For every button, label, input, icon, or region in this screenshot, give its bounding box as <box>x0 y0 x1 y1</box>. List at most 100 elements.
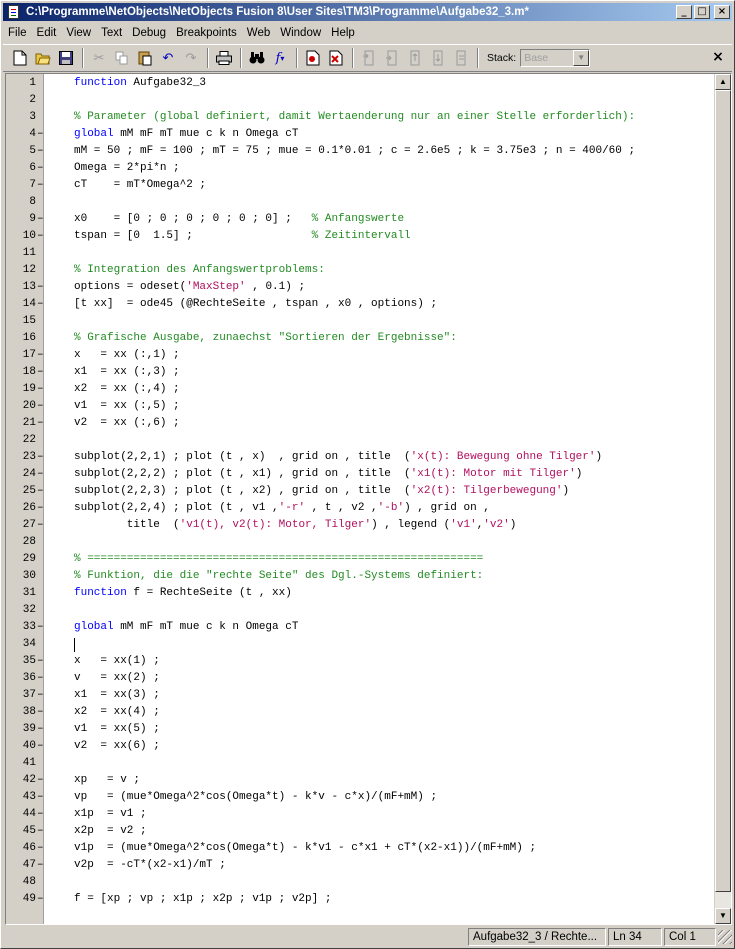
maximize-button[interactable]: □ <box>694 5 710 19</box>
close-document-button[interactable]: × <box>710 49 726 65</box>
code-line[interactable]: v = xx(2) ; <box>44 670 716 687</box>
breakpoint-marker[interactable]: – <box>37 143 44 160</box>
paste-icon[interactable] <box>134 47 156 69</box>
code-line[interactable]: v2p = -cT*(x2-x1)/mT ; <box>44 857 716 874</box>
code-line[interactable]: x2 = xx (:,4) ; <box>44 381 716 398</box>
breakpoint-marker[interactable]: – <box>37 177 44 194</box>
code-line[interactable] <box>44 432 716 449</box>
title-bar[interactable]: C:\Programme\NetObjects\NetObjects Fusio… <box>3 3 732 21</box>
step-in-icon[interactable] <box>381 47 403 69</box>
function-icon[interactable]: f ▾ <box>269 47 291 69</box>
code-line[interactable]: global mM mF mT mue c k n Omega cT <box>44 619 716 636</box>
code-line[interactable]: x1p = v1 ; <box>44 806 716 823</box>
stack-select[interactable]: Base ▼ <box>520 49 591 67</box>
breakpoint-marker[interactable]: – <box>37 228 44 245</box>
close-button[interactable]: × <box>714 5 730 19</box>
code-line[interactable]: v2 = xx (:,6) ; <box>44 415 716 432</box>
code-line[interactable]: xp = v ; <box>44 772 716 789</box>
code-line[interactable]: function f = RechteSeite (t , xx) <box>44 585 716 602</box>
code-line[interactable]: subplot(2,2,2) ; plot (t , x1) , grid on… <box>44 466 716 483</box>
breakpoint-marker[interactable]: – <box>37 823 44 840</box>
continue-icon[interactable] <box>427 47 449 69</box>
menu-breakpoints[interactable]: Breakpoints <box>171 27 242 39</box>
code-line[interactable]: % ======================================… <box>44 551 716 568</box>
breakpoint-marker[interactable]: – <box>37 670 44 687</box>
clear-breakpoints-icon[interactable] <box>325 47 347 69</box>
menu-debug[interactable]: Debug <box>127 27 171 39</box>
open-folder-icon[interactable] <box>32 47 54 69</box>
code-area[interactable]: function Aufgabe32_3 % Parameter (global … <box>44 74 716 924</box>
breakpoint-marker[interactable]: – <box>37 211 44 228</box>
new-file-icon[interactable] <box>9 47 31 69</box>
code-line[interactable] <box>44 636 716 653</box>
code-line[interactable]: title ('v1(t), v2(t): Motor, Tilger') , … <box>44 517 716 534</box>
print-icon[interactable] <box>213 47 235 69</box>
code-line[interactable]: v1 = xx (:,5) ; <box>44 398 716 415</box>
step-out-icon[interactable] <box>404 47 426 69</box>
menu-edit[interactable]: Edit <box>32 27 62 39</box>
breakpoint-marker[interactable]: – <box>37 160 44 177</box>
breakpoint-marker[interactable]: – <box>37 653 44 670</box>
breakpoint-marker[interactable]: – <box>37 704 44 721</box>
breakpoint-marker[interactable]: – <box>37 789 44 806</box>
code-line[interactable] <box>44 602 716 619</box>
breakpoint-marker[interactable]: – <box>37 806 44 823</box>
menu-text[interactable]: Text <box>96 27 127 39</box>
breakpoint-marker[interactable]: – <box>37 721 44 738</box>
breakpoint-marker[interactable]: – <box>37 449 44 466</box>
code-line[interactable]: x0 = [0 ; 0 ; 0 ; 0 ; 0 ; 0] ; % Anfangs… <box>44 211 716 228</box>
step-icon[interactable] <box>358 47 380 69</box>
set-breakpoint-icon[interactable] <box>302 47 324 69</box>
line-number-gutter[interactable]: 1 2 3 4–5–6–7–8 9–10–11 12 13–14–15 16 17–18–19–… <box>6 74 44 924</box>
breakpoint-marker[interactable]: – <box>37 415 44 432</box>
code-line[interactable]: x = xx(1) ; <box>44 653 716 670</box>
menu-web[interactable]: Web <box>242 27 275 39</box>
code-line[interactable]: function Aufgabe32_3 <box>44 75 716 92</box>
code-editor[interactable]: 1 2 3 4–5–6–7–8 9–10–11 12 13–14–15 16 17–18–19–… <box>5 73 732 925</box>
breakpoint-marker[interactable]: – <box>37 126 44 143</box>
code-line[interactable]: x2 = xx(4) ; <box>44 704 716 721</box>
code-line[interactable]: [t xx] = ode45 (@RechteSeite , tspan , x… <box>44 296 716 313</box>
code-line[interactable] <box>44 534 716 551</box>
breakpoint-marker[interactable]: – <box>37 840 44 857</box>
chevron-down-icon[interactable]: ▼ <box>573 50 590 66</box>
menu-view[interactable]: View <box>61 27 96 39</box>
code-line[interactable]: subplot(2,2,1) ; plot (t , x) , grid on … <box>44 449 716 466</box>
code-line[interactable]: cT = mT*Omega^2 ; <box>44 177 716 194</box>
breakpoint-marker[interactable]: – <box>37 398 44 415</box>
cut-icon[interactable]: ✂ <box>88 47 110 69</box>
breakpoint-marker[interactable]: – <box>37 347 44 364</box>
code-line[interactable]: % Parameter (global definiert, damit Wer… <box>44 109 716 126</box>
code-line[interactable]: % Grafische Ausgabe, zunaechst "Sortiere… <box>44 330 716 347</box>
code-line[interactable] <box>44 92 716 109</box>
breakpoint-marker[interactable]: – <box>37 687 44 704</box>
code-line[interactable]: tspan = [0 1.5] ; % Zeitintervall <box>44 228 716 245</box>
breakpoint-marker[interactable]: – <box>37 466 44 483</box>
code-line[interactable]: Omega = 2*pi*n ; <box>44 160 716 177</box>
code-line[interactable]: global mM mF mT mue c k n Omega cT <box>44 126 716 143</box>
code-line[interactable]: subplot(2,2,3) ; plot (t , x2) , grid on… <box>44 483 716 500</box>
breakpoint-marker[interactable]: – <box>37 857 44 874</box>
breakpoint-marker[interactable]: – <box>37 891 44 908</box>
code-line[interactable]: vp = (mue*Omega^2*cos(Omega*t) - k*v - c… <box>44 789 716 806</box>
code-line[interactable]: v1p = (mue*Omega^2*cos(Omega*t) - k*v1 -… <box>44 840 716 857</box>
breakpoint-marker[interactable]: – <box>37 619 44 636</box>
breakpoint-marker[interactable]: – <box>37 381 44 398</box>
minimize-button[interactable]: _ <box>676 5 692 19</box>
copy-icon[interactable] <box>111 47 133 69</box>
resize-grip-icon[interactable] <box>718 930 732 944</box>
code-line[interactable] <box>44 755 716 772</box>
code-line[interactable]: v1 = xx(5) ; <box>44 721 716 738</box>
breakpoint-marker[interactable]: – <box>37 296 44 313</box>
breakpoint-marker[interactable]: – <box>37 772 44 789</box>
code-line[interactable] <box>44 245 716 262</box>
breakpoint-marker[interactable]: – <box>37 483 44 500</box>
menu-file[interactable]: File <box>3 27 32 39</box>
vertical-scrollbar[interactable]: ▲ ▼ <box>714 74 731 924</box>
code-line[interactable]: f = [xp ; vp ; x1p ; x2p ; v1p ; v2p] ; <box>44 891 716 908</box>
code-line[interactable]: x = xx (:,1) ; <box>44 347 716 364</box>
code-line[interactable]: x2p = v2 ; <box>44 823 716 840</box>
code-line[interactable] <box>44 313 716 330</box>
code-line[interactable]: % Funktion, die die "rechte Seite" des D… <box>44 568 716 585</box>
breakpoint-marker[interactable]: – <box>37 500 44 517</box>
